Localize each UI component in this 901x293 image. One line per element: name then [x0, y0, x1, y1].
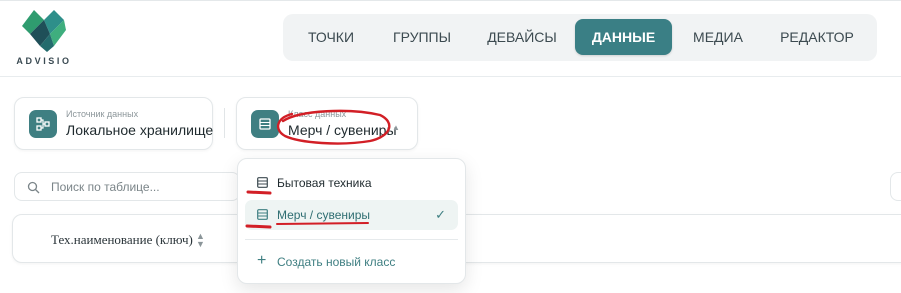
search-input[interactable]	[51, 177, 235, 197]
chevron-up-icon[interactable]: ▲	[392, 123, 400, 132]
dropdown-item-label: Бытовая техника	[277, 176, 372, 190]
main-nav: ТОЧКИ ГРУППЫ ДЕВАЙСЫ ДАННЫЕ МЕДИА РЕДАКТ…	[283, 14, 877, 61]
check-icon: ✓	[435, 207, 446, 222]
plus-icon: +	[257, 252, 267, 269]
nav-tab-media[interactable]: МЕДИА	[681, 19, 755, 55]
table-icon	[257, 177, 268, 188]
dropdown-item-appliances[interactable]: Бытовая техника	[245, 168, 458, 198]
sort-icon[interactable]: ▲ ▼	[196, 232, 205, 249]
logo-text: ADVISIO	[16, 56, 72, 66]
header-divider	[0, 76, 901, 77]
table-icon	[257, 209, 268, 220]
data-source-selector[interactable]: Источник данных Локальное хранилище	[14, 97, 213, 150]
data-class-dropdown: Бытовая техника Мерч / сувениры ✓ + Созд…	[237, 158, 466, 284]
card-divider	[224, 108, 225, 138]
data-source-icon	[29, 110, 57, 138]
create-class-label: Создать новый класс	[277, 255, 396, 269]
data-class-value: Мерч / сувениры	[288, 122, 397, 138]
data-source-value: Локальное хранилище	[66, 122, 214, 138]
dropdown-divider	[245, 239, 458, 240]
nav-tab-data[interactable]: ДАННЫЕ	[575, 19, 672, 55]
nav-tab-editor[interactable]: РЕДАКТОР	[765, 19, 869, 55]
nav-tab-groups[interactable]: ГРУППЫ	[379, 19, 465, 55]
dropdown-item-merch[interactable]: Мерч / сувениры ✓	[245, 200, 458, 230]
table-search[interactable]	[14, 172, 240, 201]
data-source-caption: Источник данных	[66, 109, 139, 119]
nav-tab-devices[interactable]: ДЕВАЙСЫ	[479, 19, 565, 55]
create-class-button[interactable]: + Создать новый класс	[245, 247, 458, 277]
search-icon	[27, 181, 40, 194]
data-class-selector[interactable]: Класс данных Мерч / сувениры	[236, 97, 418, 150]
data-class-caption: Класс данных	[288, 109, 347, 119]
dropdown-item-label: Мерч / сувениры	[277, 208, 371, 222]
nav-tab-points[interactable]: ТОЧКИ	[295, 19, 367, 55]
top-border	[0, 0, 901, 1]
advisio-logo-icon	[22, 10, 66, 52]
logo[interactable]: ADVISIO	[12, 8, 76, 70]
toolbar-action-button[interactable]	[890, 172, 901, 201]
table-icon	[251, 110, 279, 138]
column-header-key[interactable]: Тех.наименование (ключ)	[51, 232, 193, 248]
